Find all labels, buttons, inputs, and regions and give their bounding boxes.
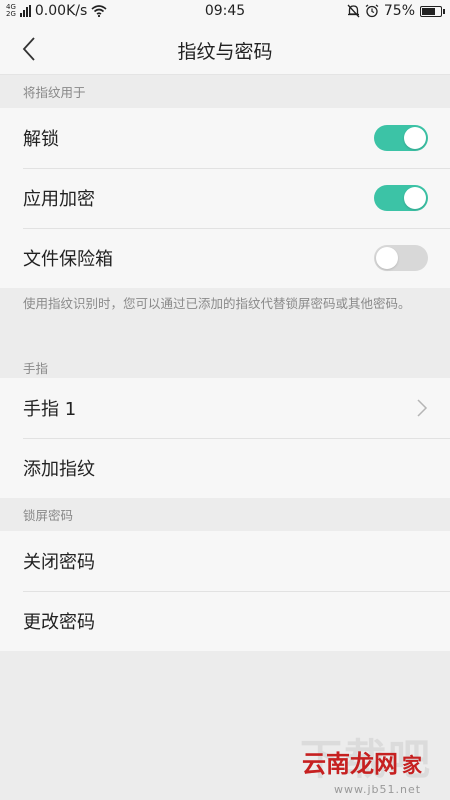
- add-fingerprint-label: 添加指纹: [23, 459, 95, 480]
- finger-1-row[interactable]: 手指 1: [0, 378, 450, 438]
- finger-1-label: 手指 1: [23, 399, 77, 420]
- toggle-knob: [404, 187, 426, 209]
- title-bar: 指纹与密码: [0, 24, 450, 75]
- app-encrypt-label: 应用加密: [23, 189, 95, 210]
- page-title: 指纹与密码: [177, 41, 273, 63]
- status-bar: 4G 2G 0.00K/s 09:45 75%: [0, 0, 450, 24]
- watermark: 下载吧 云南龙网家 www.jb51.net: [294, 726, 444, 796]
- lock-group: 关闭密码 更改密码: [0, 531, 450, 651]
- bell-muted-icon: [347, 4, 360, 18]
- file-safe-label: 文件保险箱: [23, 249, 113, 270]
- unlock-row[interactable]: 解锁: [0, 108, 450, 168]
- add-fingerprint-row[interactable]: 添加指纹: [0, 438, 450, 498]
- unlock-toggle[interactable]: [374, 125, 428, 151]
- file-safe-row[interactable]: 文件保险箱: [0, 228, 450, 288]
- chevron-right-icon: [417, 399, 428, 417]
- file-safe-toggle[interactable]: [374, 245, 428, 271]
- section-label-use: 将指纹用于: [0, 75, 450, 108]
- finger-group: 手指 1 添加指纹: [0, 378, 450, 498]
- fingerprint-note: 使用指纹识别时，您可以通过已添加的指纹代替锁屏密码或其他密码。: [0, 288, 450, 346]
- app-encrypt-toggle[interactable]: [374, 185, 428, 211]
- watermark-url: www.jb51.net: [334, 783, 422, 796]
- section-label-lock: 锁屏密码: [0, 498, 450, 531]
- unlock-label: 解锁: [23, 129, 59, 150]
- battery-icon: [420, 5, 445, 17]
- change-password-label: 更改密码: [23, 612, 95, 633]
- change-password-row[interactable]: 更改密码: [0, 591, 450, 651]
- disable-password-row[interactable]: 关闭密码: [0, 531, 450, 591]
- alarm-icon: [365, 4, 379, 18]
- toggle-knob: [376, 247, 398, 269]
- disable-password-label: 关闭密码: [23, 552, 95, 573]
- section-label-finger: 手指: [0, 346, 450, 378]
- status-right: 75%: [347, 3, 445, 19]
- battery-percent: 75%: [383, 3, 415, 19]
- watermark-red-text: 云南龙网家: [302, 744, 422, 779]
- app-encrypt-row[interactable]: 应用加密: [0, 168, 450, 228]
- toggle-knob: [404, 127, 426, 149]
- use-group: 解锁 应用加密 文件保险箱: [0, 108, 450, 288]
- watermark-red-main: 云南龙网: [302, 749, 398, 778]
- watermark-red-jia: 家: [402, 753, 422, 777]
- section-label-finger-text: 手指: [23, 360, 49, 376]
